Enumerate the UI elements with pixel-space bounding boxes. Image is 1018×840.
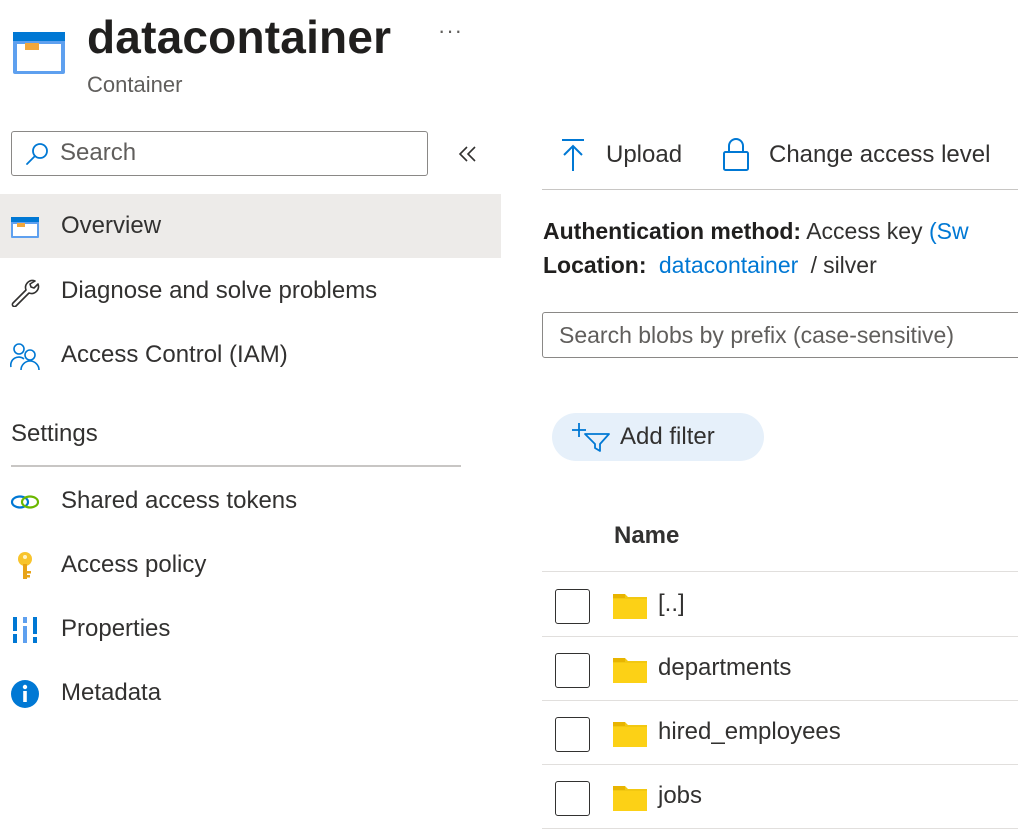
- sidebar-item-label: Properties: [61, 615, 171, 642]
- row-name[interactable]: hired_employees: [658, 718, 841, 746]
- upload-icon: [562, 139, 584, 171]
- add-filter-icon: [572, 423, 610, 452]
- toolbar-divider: [542, 189, 1018, 190]
- people-icon: [10, 343, 40, 371]
- info-icon: [11, 680, 39, 708]
- add-filter-button[interactable]: Add filter: [552, 413, 764, 461]
- folder-icon: [613, 786, 647, 811]
- location-label: Location:: [543, 252, 647, 278]
- folder-icon: [613, 658, 647, 683]
- column-header-name[interactable]: Name: [614, 522, 679, 550]
- auth-method-value: Access key: [806, 218, 923, 244]
- change-access-level-button[interactable]: Change access level: [721, 134, 1011, 176]
- key-icon: [18, 552, 32, 579]
- auth-method-label: Authentication method:: [543, 218, 802, 244]
- sidebar-item-label: Overview: [61, 212, 162, 239]
- row-checkbox[interactable]: [555, 589, 590, 624]
- row-name[interactable]: departments: [658, 654, 791, 682]
- row-name[interactable]: [..]: [658, 590, 685, 618]
- location-separator: /: [810, 252, 818, 278]
- folder-icon: [613, 722, 647, 747]
- row-checkbox[interactable]: [555, 653, 590, 688]
- sidebar-item-overview[interactable]: Overview: [0, 194, 501, 258]
- location-container-link[interactable]: datacontainer: [659, 252, 798, 278]
- blob-search-input[interactable]: [559, 321, 1018, 349]
- collapse-sidebar-icon[interactable]: [456, 142, 480, 166]
- search-box[interactable]: [11, 131, 428, 176]
- table-row[interactable]: hired_employees: [542, 701, 1018, 765]
- location-path: silver: [823, 252, 877, 278]
- row-name[interactable]: jobs: [658, 782, 702, 810]
- row-checkbox[interactable]: [555, 781, 590, 816]
- folder-icon: [613, 594, 647, 619]
- upload-button[interactable]: Upload: [559, 134, 699, 176]
- table-header-divider: [542, 571, 1018, 572]
- location: Location: datacontainer / silver: [543, 251, 877, 279]
- sidebar-item-label: Metadata: [61, 679, 162, 706]
- sidebar-item-properties[interactable]: Properties: [0, 597, 501, 661]
- properties-icon: [12, 617, 38, 643]
- page-title: datacontainer: [87, 11, 392, 63]
- add-filter-label: Add filter: [620, 423, 715, 450]
- table-row[interactable]: jobs: [542, 765, 1018, 829]
- sidebar-item-label: Shared access tokens: [61, 487, 298, 514]
- sidebar-item-diagnose[interactable]: Diagnose and solve problems: [0, 259, 501, 323]
- table-row[interactable]: departments: [542, 637, 1018, 701]
- table-row[interactable]: [..]: [542, 573, 1018, 637]
- sidebar-item-shared-access-tokens[interactable]: Shared access tokens: [0, 469, 501, 533]
- blob-search-box[interactable]: [542, 312, 1018, 358]
- sidebar-item-metadata[interactable]: Metadata: [0, 661, 501, 725]
- upload-label: Upload: [606, 141, 683, 168]
- link-icon: [10, 495, 40, 509]
- more-options-button[interactable]: ···: [438, 18, 463, 44]
- sidebar-item-label: Access policy: [61, 551, 207, 578]
- sidebar-item-label: Diagnose and solve problems: [61, 277, 378, 304]
- lock-icon: [723, 138, 749, 171]
- auth-method: Authentication method: Access key (Sw: [543, 217, 969, 245]
- overview-icon: [11, 217, 39, 238]
- search-input[interactable]: [60, 138, 420, 168]
- container-icon: [13, 32, 65, 74]
- switch-auth-link[interactable]: (Sw: [929, 218, 969, 244]
- wrench-icon: [11, 279, 40, 307]
- row-checkbox[interactable]: [555, 717, 590, 752]
- settings-divider: [11, 465, 461, 467]
- search-icon: [26, 143, 48, 165]
- sidebar-item-label: Access Control (IAM): [61, 341, 288, 368]
- settings-heading: Settings: [11, 420, 98, 447]
- sidebar-item-iam[interactable]: Access Control (IAM): [0, 323, 501, 387]
- page-subtitle: Container: [87, 72, 183, 97]
- sidebar-item-access-policy[interactable]: Access policy: [0, 533, 501, 597]
- change-access-level-label: Change access level: [769, 141, 991, 168]
